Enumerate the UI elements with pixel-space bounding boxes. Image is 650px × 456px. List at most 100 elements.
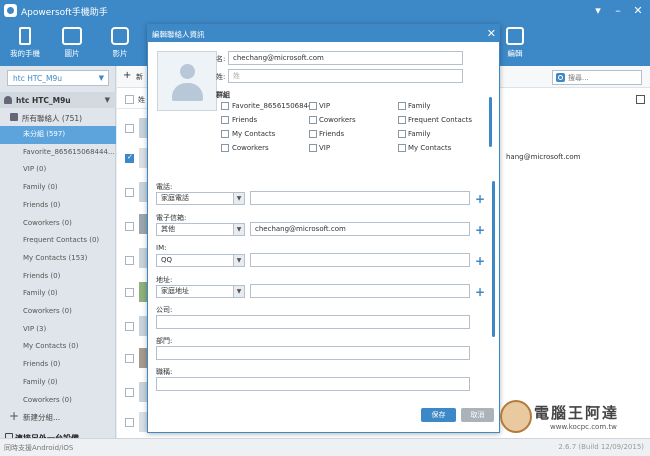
watermark-text: 電腦王阿達 (534, 404, 620, 422)
company-field[interactable] (156, 315, 470, 329)
form-scrollbar[interactable] (492, 181, 495, 337)
cancel-button[interactable]: 取消 (461, 408, 494, 422)
department-label: 部門: (156, 337, 173, 345)
version-text: 2.6.7 (Build 12/09/2015) (558, 443, 644, 451)
close-window-icon[interactable]: ✕ (630, 3, 646, 19)
device-row[interactable]: htc HTC_M9u ▼ (0, 92, 116, 108)
device-select-value: htc HTC_M9u (13, 74, 62, 83)
sidebar-group-item[interactable]: VIP (3) (0, 321, 116, 339)
group-checkbox-label: Favorite_86561506844 (232, 102, 313, 110)
toolbar-label: 圖片 (64, 49, 80, 58)
row-checkbox[interactable] (125, 288, 134, 297)
chevron-down-icon: ▼ (233, 224, 244, 235)
group-checkbox[interactable] (398, 144, 406, 152)
sidebar-item-all-contacts[interactable]: 所有聯絡人 (751) (0, 109, 116, 125)
sidebar-group-item[interactable]: Friends (0) (0, 356, 116, 374)
group-checkbox[interactable] (309, 102, 317, 110)
last-name-label: 姓: (216, 73, 226, 81)
save-button[interactable]: 保存 (421, 408, 456, 422)
row-checkbox[interactable] (125, 256, 134, 265)
sidebar-group-item[interactable]: 未分組 (597) (0, 126, 116, 144)
im-type-select[interactable]: QQ ▼ (156, 254, 245, 267)
phone-field[interactable] (250, 191, 470, 205)
contact-avatar[interactable] (157, 51, 217, 111)
group-checkbox[interactable] (309, 144, 317, 152)
first-name-field[interactable]: chechang@microsoft.com (228, 51, 463, 65)
phone-type-select[interactable]: 家庭電話 ▼ (156, 192, 245, 205)
email-field[interactable]: chechang@microsoft.com (250, 222, 470, 236)
row-checkbox[interactable] (125, 388, 134, 397)
minimize-icon[interactable]: – (610, 3, 626, 19)
add-email-icon[interactable]: + (475, 224, 485, 236)
select-all-checkbox[interactable] (125, 95, 134, 104)
sidebar-group-item[interactable]: Coworkers (0) (0, 303, 116, 321)
toolbar-my-phone[interactable]: 我的手機 (5, 27, 45, 65)
department-field[interactable] (156, 346, 470, 360)
group-checkbox[interactable] (398, 130, 406, 138)
row-checkbox[interactable] (125, 222, 134, 231)
group-checkbox[interactable] (221, 130, 229, 138)
add-im-icon[interactable]: + (475, 255, 485, 267)
sidebar-group-item[interactable]: Family (0) (0, 179, 116, 197)
dialog-title: 編輯聯絡人資訊 (152, 30, 205, 39)
phone-icon (19, 27, 31, 45)
row-checkbox[interactable] (125, 124, 134, 133)
im-field[interactable] (250, 253, 470, 267)
row-checkbox[interactable] (125, 188, 134, 197)
group-checkbox[interactable] (221, 102, 229, 110)
group-checkbox[interactable] (398, 116, 406, 124)
group-scrollbar[interactable] (489, 97, 492, 147)
sidebar-group-item[interactable]: Friends (0) (0, 268, 116, 286)
sidebar-group-item[interactable]: Frequent Contacts (0) (0, 232, 116, 250)
sidebar-group-item[interactable]: Coworkers (0) (0, 215, 116, 233)
device-select[interactable]: htc HTC_M9u ▼ (7, 70, 109, 86)
group-checkbox-label: Family (408, 130, 431, 138)
menu-icon[interactable]: ▾ (590, 3, 606, 19)
group-checkbox[interactable] (221, 116, 229, 124)
group-checkbox-label: Friends (319, 130, 345, 138)
add-address-icon[interactable]: + (475, 286, 485, 298)
row-checkbox[interactable] (125, 153, 134, 163)
address-field[interactable] (250, 284, 470, 298)
person-icon (180, 64, 195, 79)
address-type-value: 家庭地址 (161, 287, 189, 295)
sidebar-group-item[interactable]: VIP (0) (0, 161, 116, 179)
toolbar-images[interactable]: 圖片 (52, 27, 92, 65)
sidebar-group-item[interactable]: Family (0) (0, 285, 116, 303)
row-checkbox[interactable] (125, 322, 134, 331)
search-icon (556, 73, 565, 82)
group-checkbox-label: Friends (232, 116, 258, 124)
group-checkbox-label: My Contacts (408, 144, 452, 152)
sidebar-group-item[interactable]: Coworkers (0) (0, 392, 116, 410)
new-contact-button[interactable]: 新 (136, 72, 143, 82)
sidebar-group-item[interactable]: My Contacts (153) (0, 250, 116, 268)
toolbar-edit[interactable]: 編輯 (495, 27, 535, 65)
edit-icon[interactable] (636, 95, 645, 104)
sidebar-group-item[interactable]: Favorite_865615068444... (0, 144, 116, 162)
video-icon (111, 27, 129, 45)
address-type-select[interactable]: 家庭地址 ▼ (156, 285, 245, 298)
search-box[interactable] (552, 70, 642, 85)
job-title-label: 職稱: (156, 368, 173, 376)
close-icon[interactable]: ✕ (487, 25, 496, 42)
new-group-label: 新建分組... (23, 413, 61, 422)
row-checkbox[interactable] (125, 354, 134, 363)
plus-icon[interactable]: + (123, 70, 131, 81)
sidebar-group-item[interactable]: My Contacts (0) (0, 338, 116, 356)
add-phone-icon[interactable]: + (475, 193, 485, 205)
new-group-button[interactable]: + 新建分組... (0, 408, 116, 424)
mascot-icon (500, 400, 532, 433)
group-checkbox[interactable] (309, 130, 317, 138)
group-checkbox[interactable] (398, 102, 406, 110)
row-checkbox[interactable] (125, 418, 134, 427)
toolbar-videos[interactable]: 影片 (100, 27, 140, 65)
group-checkbox[interactable] (221, 144, 229, 152)
email-type-select[interactable]: 其他 ▼ (156, 223, 245, 236)
group-checkbox[interactable] (309, 116, 317, 124)
sidebar-group-item[interactable]: Family (0) (0, 374, 116, 392)
sidebar-group-item[interactable]: Friends (0) (0, 197, 116, 215)
group-checkbox-label: VIP (319, 144, 331, 152)
search-input[interactable] (568, 72, 638, 83)
job-title-field[interactable] (156, 377, 470, 391)
last-name-field[interactable]: 姓 (228, 69, 463, 83)
